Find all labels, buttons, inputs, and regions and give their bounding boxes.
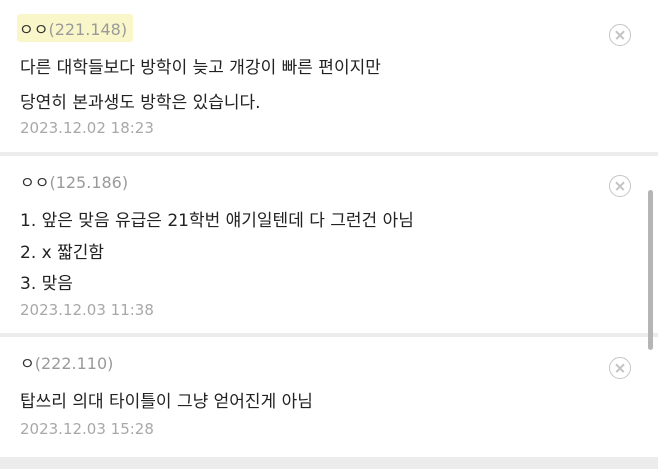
comment-text-line: 당연히 본과생도 방학은 있습니다.: [20, 93, 261, 113]
comment-text-line: 2. x 짧긴함: [20, 243, 105, 263]
close-circle-icon[interactable]: [609, 357, 631, 379]
close-circle-icon[interactable]: [609, 175, 631, 197]
comment-author[interactable]: ㅇ(222.110): [20, 350, 113, 374]
author-name: ㅇ: [20, 354, 35, 373]
comment-item: ㅇㅇ(125.186) 1. 앞은 맞음 유급은 21학번 얘기일텐데 다 그런…: [0, 156, 658, 333]
comment-item: ㅇㅇ(221.148) 다른 대학들보다 방학이 늦고 개강이 빠른 편이지만 …: [0, 0, 658, 152]
comment-list: ㅇㅇ(221.148) 다른 대학들보다 방학이 늦고 개강이 빠른 편이지만 …: [0, 0, 658, 469]
comment-text-line: 3. 맞음: [20, 274, 73, 294]
comment-text-line: 다른 대학들보다 방학이 늦고 개강이 빠른 편이지만: [20, 58, 381, 78]
comment-author[interactable]: ㅇㅇ(125.186): [20, 169, 128, 193]
comment-date: 2023.12.03 11:38: [20, 301, 154, 319]
comment-text-line: 탑쓰리 의대 타이틀이 그냥 얻어진게 아님: [20, 392, 313, 412]
author-name: ㅇㅇ: [19, 20, 49, 39]
comment-text-line: 1. 앞은 맞음 유급은 21학번 얘기일텐데 다 그런건 아님: [20, 211, 414, 231]
author-ip: (221.148): [48, 20, 128, 39]
scrollbar-thumb[interactable]: [648, 190, 653, 350]
comment-date: 2023.12.02 18:23: [20, 119, 154, 137]
author-name: ㅇㅇ: [20, 173, 50, 192]
close-circle-icon[interactable]: [609, 24, 631, 46]
comment-date: 2023.12.03 15:28: [20, 420, 154, 438]
comment-item: ㅇ(222.110) 탑쓰리 의대 타이틀이 그냥 얻어진게 아님 2023.1…: [0, 337, 658, 457]
author-ip: (125.186): [49, 173, 129, 192]
comment-author[interactable]: ㅇㅇ(221.148): [17, 14, 134, 42]
author-ip: (222.110): [34, 354, 114, 373]
